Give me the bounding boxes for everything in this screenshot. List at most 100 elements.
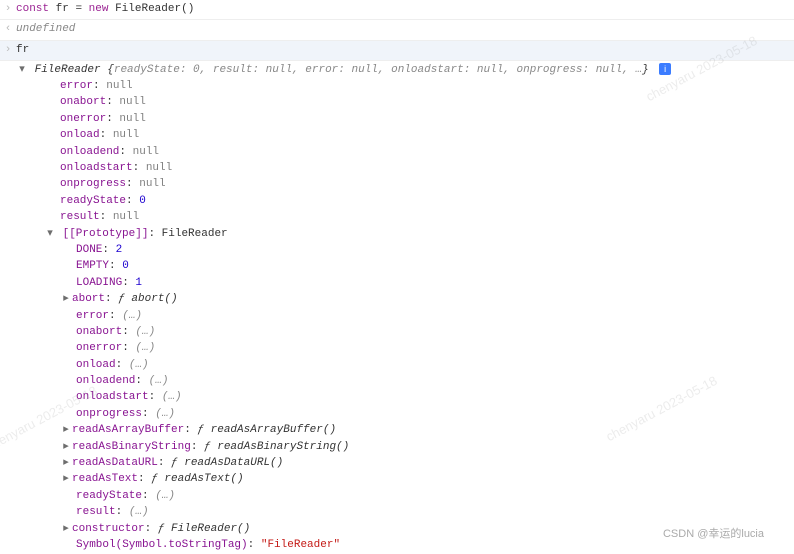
- property-row[interactable]: onerror: (…): [4, 341, 794, 357]
- property-value: "FileReader": [261, 539, 340, 551]
- property-key: DONE: [76, 244, 102, 256]
- property-key: onloadstart: [60, 162, 133, 174]
- property-value: (…): [162, 391, 182, 403]
- prototype-row[interactable]: [[Prototype]]: FileReader: [4, 226, 794, 242]
- property-row[interactable]: error: null: [4, 79, 794, 95]
- property-key: EMPTY: [76, 260, 109, 272]
- property-row[interactable]: onprogress: null: [4, 177, 794, 193]
- property-value: null: [113, 129, 139, 141]
- property-row[interactable]: onload: (…): [4, 357, 794, 373]
- property-row[interactable]: readAsArrayBuffer: ƒ readAsArrayBuffer(): [4, 423, 794, 439]
- property-value: (…): [135, 326, 155, 338]
- property-row[interactable]: onabort: (…): [4, 324, 794, 340]
- console-input-row[interactable]: › const fr = new FileReader(): [0, 0, 794, 20]
- property-row[interactable]: onabort: null: [4, 95, 794, 111]
- property-value: 2: [116, 244, 123, 256]
- property-value: null: [119, 113, 145, 125]
- chevron-right-icon[interactable]: [60, 423, 72, 438]
- property-value: null: [119, 96, 145, 108]
- property-key: readyState: [76, 490, 142, 502]
- property-row[interactable]: result: (…): [4, 505, 794, 521]
- property-key: error: [60, 80, 93, 92]
- property-row[interactable]: onloadstart: (…): [4, 390, 794, 406]
- property-row[interactable]: onloadstart: null: [4, 161, 794, 177]
- chevron-right-icon[interactable]: [60, 472, 72, 487]
- property-value: readAsBinaryString(): [217, 441, 349, 453]
- property-key: error: [76, 310, 109, 322]
- property-key: onload: [60, 129, 100, 141]
- property-row[interactable]: LOADING: 1: [4, 275, 794, 291]
- object-tree: FileReader {readyState: 0, result: null,…: [0, 61, 794, 554]
- prompt-icon: ›: [4, 2, 16, 17]
- property-key: readAsArrayBuffer: [72, 424, 184, 436]
- property-key: readAsDataURL: [72, 457, 158, 469]
- undefined-value: undefined: [16, 22, 75, 37]
- property-row[interactable]: readAsBinaryString: ƒ readAsBinaryString…: [4, 439, 794, 455]
- property-row[interactable]: onprogress: (…): [4, 406, 794, 422]
- property-key: constructor: [72, 523, 145, 535]
- property-value: (…): [135, 342, 155, 354]
- property-value: null: [133, 146, 159, 158]
- property-key: readyState: [60, 195, 126, 207]
- property-row[interactable]: readAsText: ƒ readAsText(): [4, 472, 794, 488]
- property-row[interactable]: result: null: [4, 210, 794, 226]
- property-key: onloadstart: [76, 391, 149, 403]
- property-value: readAsText(): [164, 473, 243, 485]
- property-key: Symbol(Symbol.toStringTag): [76, 539, 248, 551]
- property-key: onabort: [76, 326, 122, 338]
- property-key: onloadend: [60, 146, 119, 158]
- property-row[interactable]: error: (…): [4, 308, 794, 324]
- property-value: 0: [122, 260, 129, 272]
- result-icon: ‹: [4, 22, 16, 37]
- code-line: const fr = new FileReader(): [16, 2, 194, 17]
- chevron-right-icon[interactable]: [60, 440, 72, 455]
- property-key: onerror: [60, 113, 106, 125]
- property-value: null: [106, 80, 132, 92]
- property-row[interactable]: readyState: (…): [4, 488, 794, 504]
- property-value: (…): [149, 375, 169, 387]
- object-summary[interactable]: FileReader {readyState: 0, result: null,…: [4, 62, 794, 78]
- prompt-icon: ›: [4, 43, 16, 58]
- property-row[interactable]: onloadend: (…): [4, 374, 794, 390]
- property-key: abort: [72, 293, 105, 305]
- property-row[interactable]: readyState: 0: [4, 193, 794, 209]
- property-value: (…): [122, 310, 142, 322]
- property-key: onload: [76, 359, 116, 371]
- property-row[interactable]: EMPTY: 0: [4, 259, 794, 275]
- property-key: onabort: [60, 96, 106, 108]
- property-value: (…): [129, 506, 149, 518]
- property-value: 1: [135, 277, 142, 289]
- chevron-right-icon[interactable]: [60, 456, 72, 471]
- info-icon[interactable]: i: [659, 63, 671, 75]
- property-value: (…): [155, 490, 175, 502]
- property-value: null: [113, 211, 139, 223]
- property-value: readAsArrayBuffer(): [211, 424, 336, 436]
- property-row[interactable]: onloadend: null: [4, 144, 794, 160]
- property-row[interactable]: abort: ƒ abort(): [4, 292, 794, 308]
- property-key: onprogress: [60, 178, 126, 190]
- property-row[interactable]: DONE: 2: [4, 242, 794, 258]
- property-row[interactable]: readAsDataURL: ƒ readAsDataURL(): [4, 456, 794, 472]
- chevron-down-icon[interactable]: [16, 63, 28, 78]
- property-value: null: [146, 162, 172, 174]
- property-key: readAsBinaryString: [72, 441, 191, 453]
- console-input-row[interactable]: › fr: [0, 41, 794, 61]
- property-key: readAsText: [72, 473, 138, 485]
- property-key: LOADING: [76, 277, 122, 289]
- property-value: (…): [155, 408, 175, 420]
- property-key: result: [76, 506, 116, 518]
- footer-credit: CSDN @幸运的lucia: [663, 527, 764, 542]
- property-value: abort(): [131, 293, 177, 305]
- property-value: (…): [129, 359, 149, 371]
- chevron-right-icon[interactable]: [60, 522, 72, 537]
- property-key: onloadend: [76, 375, 135, 387]
- property-value: 0: [139, 195, 146, 207]
- property-key: onerror: [76, 342, 122, 354]
- chevron-right-icon[interactable]: [60, 292, 72, 307]
- property-value: readAsDataURL(): [184, 457, 283, 469]
- property-row[interactable]: onerror: null: [4, 111, 794, 127]
- chevron-down-icon[interactable]: [44, 227, 56, 242]
- property-value: null: [139, 178, 165, 190]
- property-row[interactable]: onload: null: [4, 128, 794, 144]
- property-key: result: [60, 211, 100, 223]
